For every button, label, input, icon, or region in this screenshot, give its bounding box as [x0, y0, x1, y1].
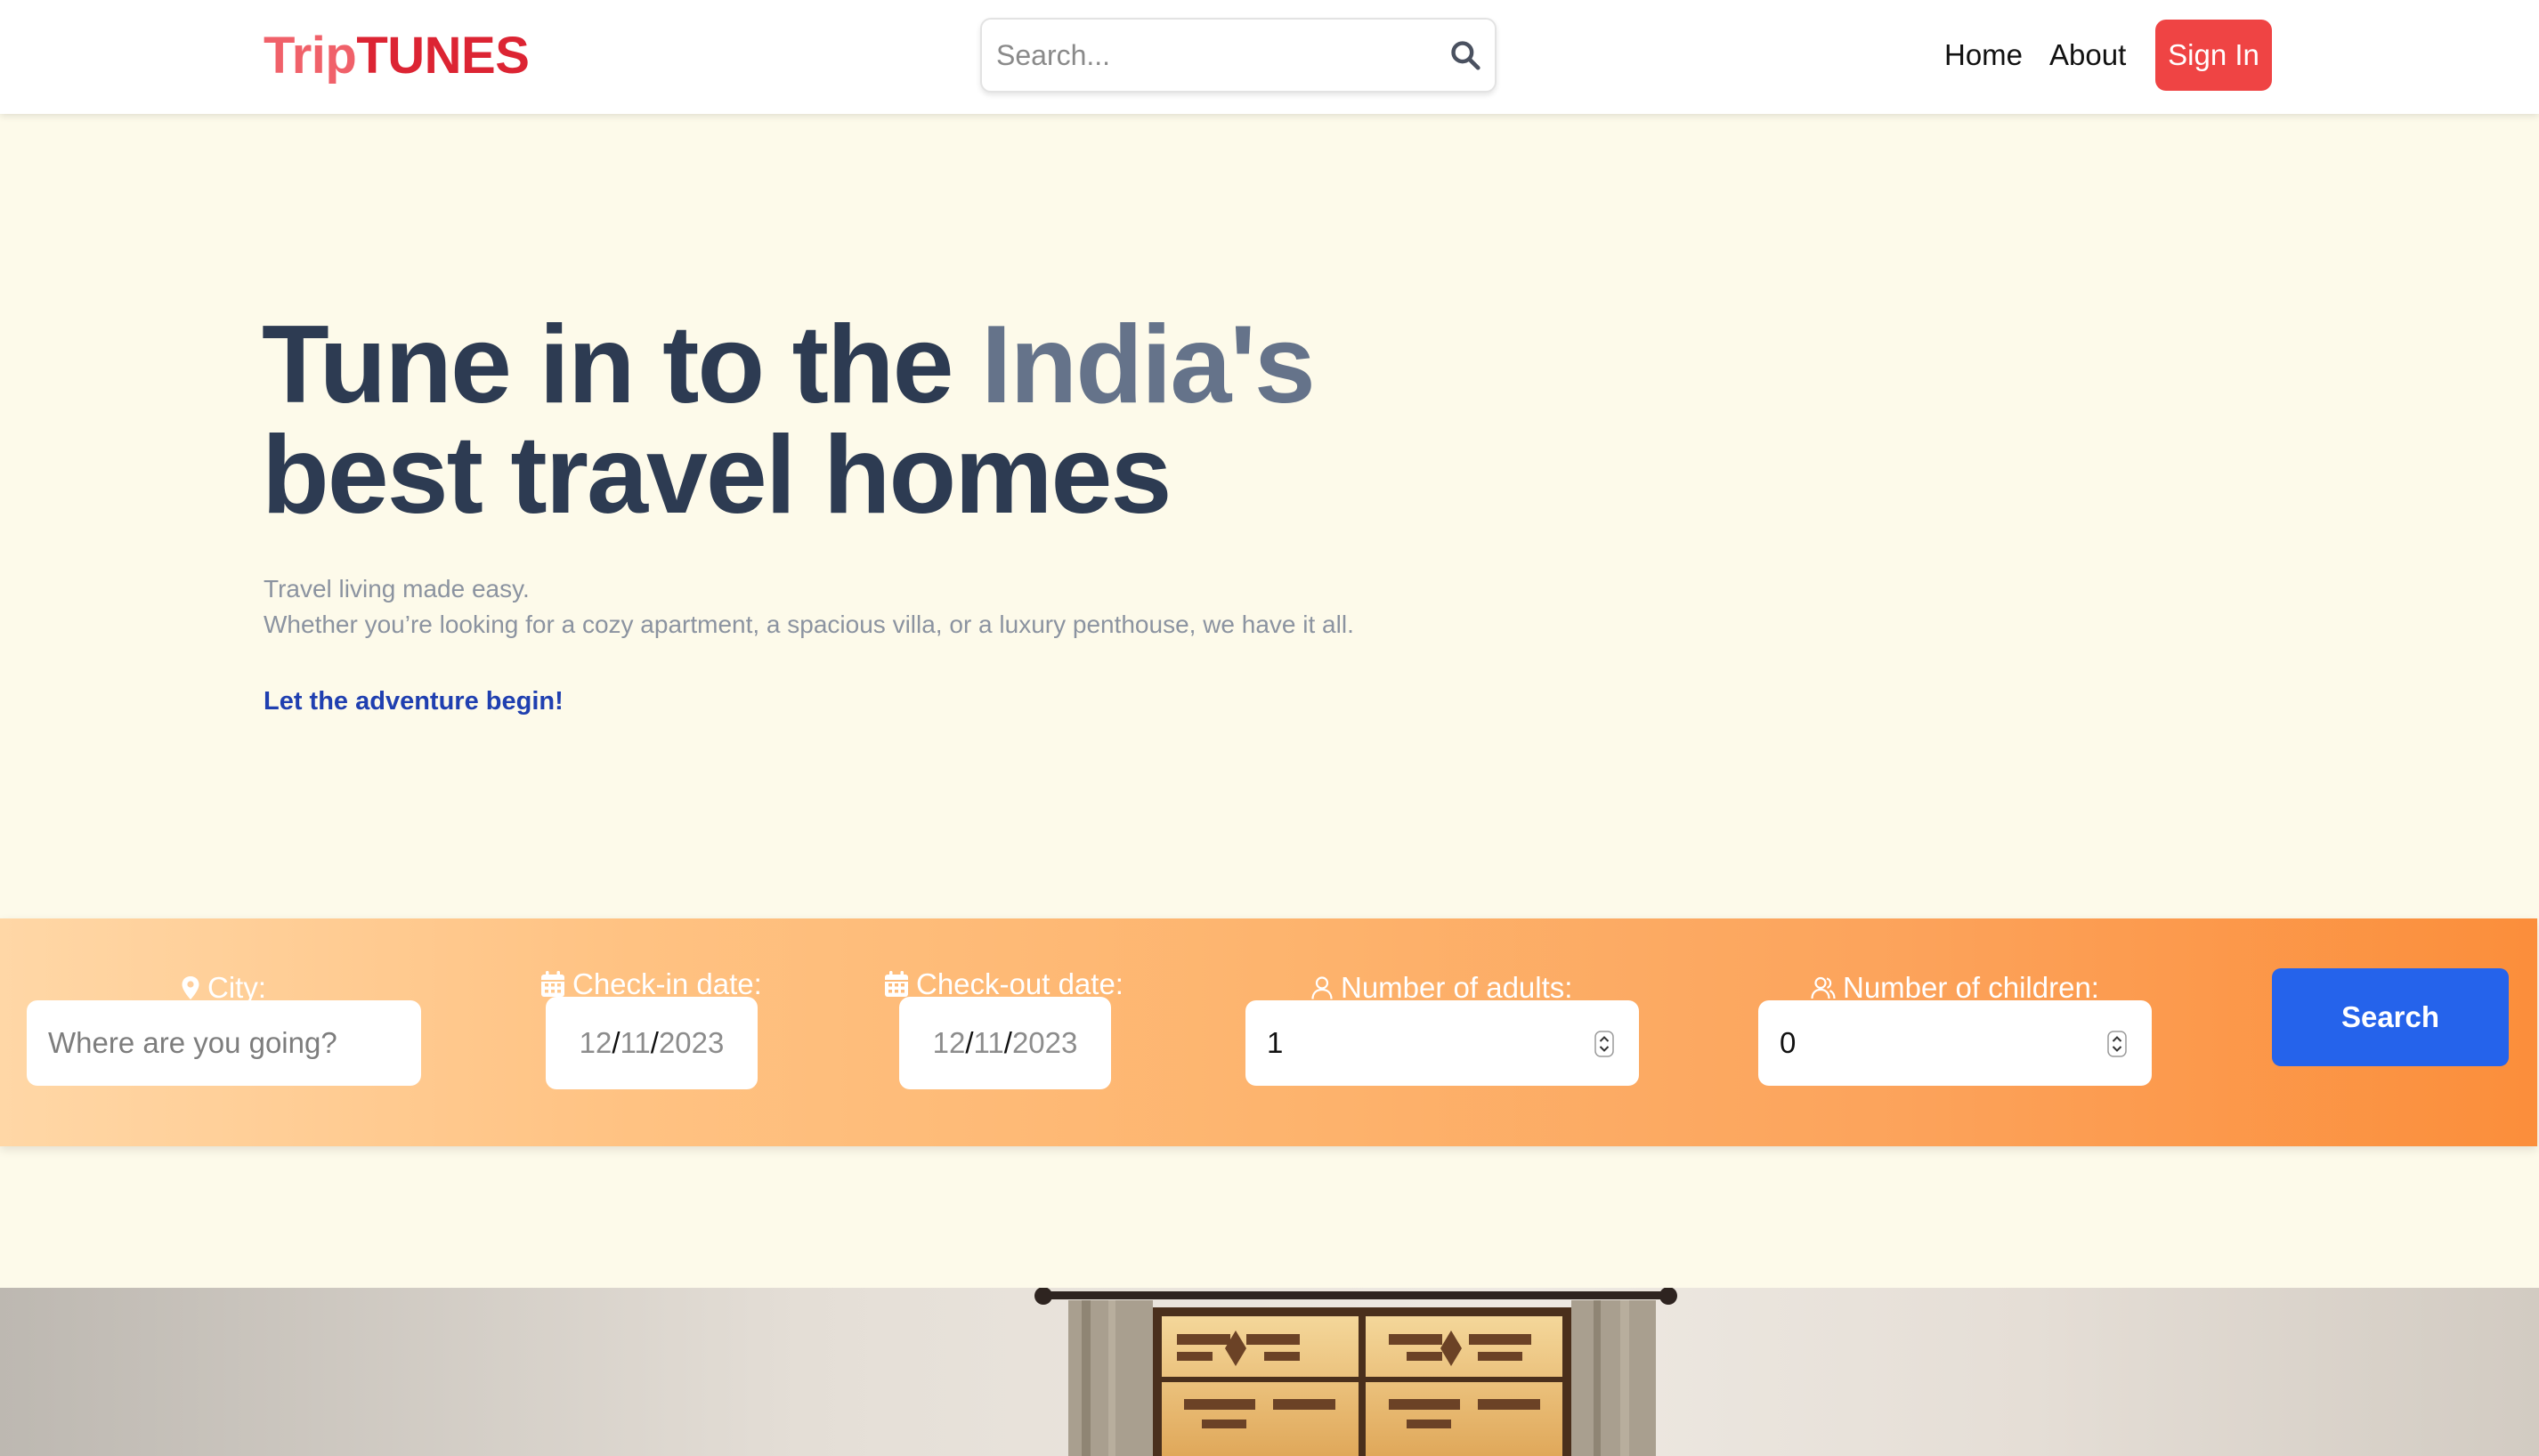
logo-trip: Trip [264, 27, 357, 85]
checkin-day[interactable]: 11 [621, 1026, 651, 1060]
header-search-input[interactable] [996, 20, 1424, 91]
checkin-date-input[interactable]: 12/11/2023 [546, 997, 758, 1089]
checkout-day[interactable]: 11 [974, 1026, 1004, 1060]
hero-subtitle-line1: Travel living made easy. [264, 575, 530, 603]
booking-search-bar: City: Check-in date: 12/11/2023 [0, 918, 2537, 1146]
hero-title: Tune in to the India's best travel homes [262, 310, 1316, 530]
adults-value: 1 [1267, 1026, 1284, 1059]
users-icon [1811, 976, 1836, 999]
logo[interactable]: TripTUNES [264, 25, 530, 87]
checkout-year[interactable]: 2023 [1012, 1026, 1077, 1060]
hero-cta-link[interactable]: Let the adventure begin! [264, 685, 564, 717]
hero-subtitle: Travel living made easy. Whether you’re … [264, 571, 1354, 643]
children-value: 0 [1780, 1026, 1797, 1059]
children-stepper-input[interactable]: 0 [1758, 1000, 2152, 1086]
page: TripTUNES Home About Sign In Tune in to … [0, 0, 2539, 1456]
hero-title-part2: best travel homes [262, 414, 1172, 537]
calendar-icon [541, 971, 564, 997]
interior-photo [0, 1288, 2539, 1456]
hero-title-part1: Tune in to the [262, 303, 982, 426]
hero-title-highlight: India's [981, 303, 1316, 426]
stepper-icon[interactable] [1594, 1031, 1614, 1057]
user-icon [1311, 976, 1333, 999]
map-pin-icon [182, 976, 199, 999]
checkin-year[interactable]: 2023 [659, 1026, 724, 1060]
search-icon[interactable] [1448, 38, 1482, 72]
checkout-date-input[interactable]: 12/11/2023 [899, 997, 1111, 1089]
hero-subtitle-line2: Whether you’re looking for a cozy apartm… [264, 611, 1354, 638]
header-search-box [980, 18, 1497, 93]
adults-stepper-input[interactable]: 1 [1245, 1000, 1639, 1086]
checkout-month[interactable]: 12 [933, 1026, 966, 1060]
interior-photo-illustration [0, 1288, 1677, 1456]
stepper-icon[interactable] [2107, 1031, 2127, 1057]
logo-tunes: TUNES [356, 27, 530, 85]
nav-home-link[interactable]: Home [1944, 36, 2023, 75]
nav-about-link[interactable]: About [2049, 36, 2126, 75]
search-button[interactable]: Search [2272, 968, 2509, 1066]
calendar-icon [885, 971, 908, 997]
checkin-month[interactable]: 12 [580, 1026, 612, 1060]
city-input[interactable] [27, 1000, 421, 1086]
top-navbar: TripTUNES Home About Sign In [0, 0, 2539, 114]
sign-in-button[interactable]: Sign In [2155, 20, 2272, 91]
